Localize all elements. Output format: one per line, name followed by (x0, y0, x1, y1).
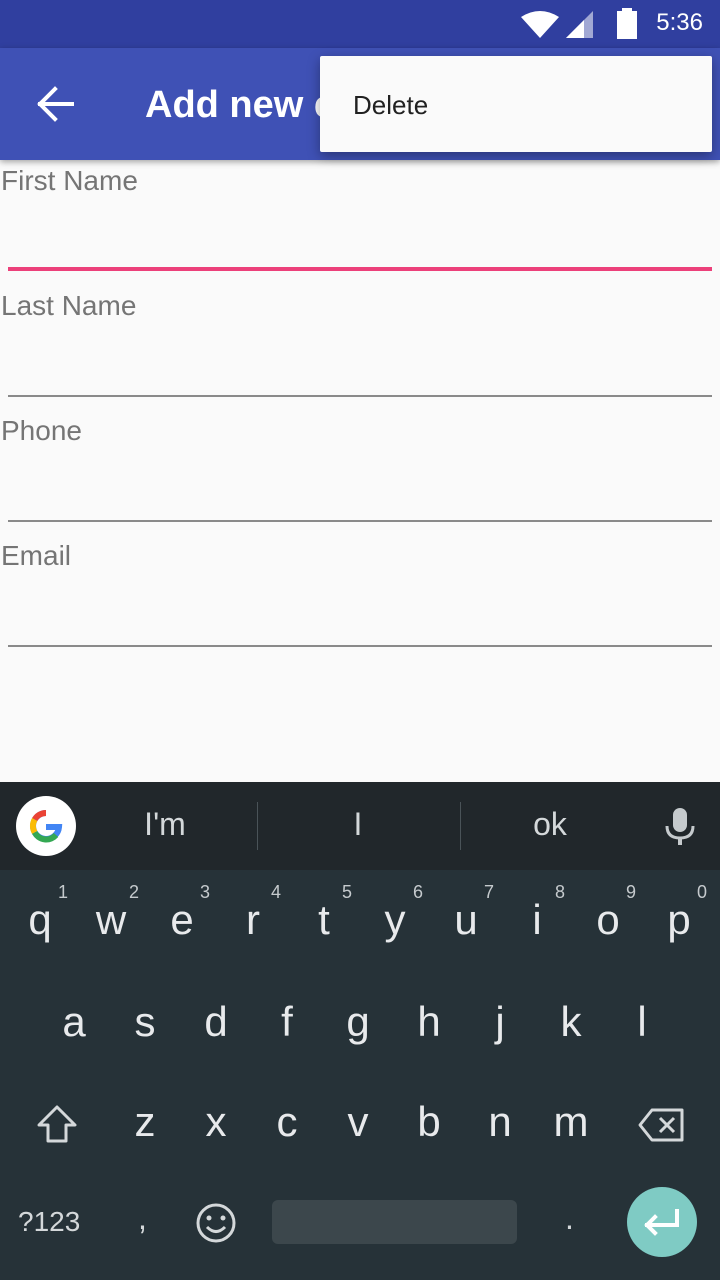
overflow-menu: Delete (320, 56, 712, 152)
period-key[interactable]: . (565, 1200, 574, 1237)
battery-icon (617, 8, 637, 39)
status-time: 5:36 (656, 9, 703, 36)
status-bar: 5:36 (0, 0, 720, 48)
first-name-underline (8, 267, 712, 271)
emoji-icon[interactable] (195, 1202, 237, 1244)
key-c[interactable]: c (251, 1072, 323, 1172)
key-t[interactable]: 5t (288, 870, 360, 970)
key-e[interactable]: 3e (146, 870, 218, 970)
last-name-underline (8, 395, 712, 397)
soft-keyboard: I'm I ok 1q 2w 3e 4r 5t 6y 7u 8i 9o 0p a… (0, 782, 720, 1280)
key-x[interactable]: x (180, 1072, 252, 1172)
email-underline (8, 645, 712, 647)
arrow-back-icon (37, 86, 74, 122)
key-u[interactable]: 7u (430, 870, 502, 970)
key-f[interactable]: f (251, 972, 323, 1072)
phone-field[interactable]: Phone (0, 415, 720, 540)
first-name-label: First Name (1, 165, 138, 196)
suggestion-divider (460, 802, 461, 850)
symbols-key[interactable]: ?123 (18, 1206, 80, 1238)
key-o[interactable]: 9o (572, 870, 644, 970)
key-l[interactable]: l (606, 972, 678, 1072)
key-b[interactable]: b (393, 1072, 465, 1172)
google-logo-icon[interactable] (16, 796, 76, 856)
key-m[interactable]: m (535, 1072, 607, 1172)
suggestion-1[interactable]: I'm (105, 806, 225, 843)
comma-key[interactable]: , (138, 1200, 147, 1237)
key-s[interactable]: s (109, 972, 181, 1072)
key-r[interactable]: 4r (217, 870, 289, 970)
phone-underline (8, 520, 712, 522)
key-d[interactable]: d (180, 972, 252, 1072)
key-q[interactable]: 1q (4, 870, 76, 970)
key-p[interactable]: 0p (643, 870, 715, 970)
phone-label: Phone (1, 415, 82, 446)
suggestion-2[interactable]: I (298, 806, 418, 843)
first-name-field[interactable]: First Name (0, 165, 720, 290)
last-name-field[interactable]: Last Name (0, 290, 720, 415)
key-g[interactable]: g (322, 972, 394, 1072)
key-v[interactable]: v (322, 1072, 394, 1172)
menu-item-delete[interactable]: Delete (320, 56, 712, 152)
key-k[interactable]: k (535, 972, 607, 1072)
signal-icon (566, 11, 593, 38)
email-field[interactable]: Email (0, 540, 720, 665)
shift-icon[interactable] (36, 1104, 78, 1144)
menu-item-label: Delete (353, 90, 429, 120)
key-z[interactable]: z (109, 1072, 181, 1172)
suggestion-divider (257, 802, 258, 850)
key-w[interactable]: 2w (75, 870, 147, 970)
back-button[interactable] (28, 76, 84, 132)
enter-button[interactable] (627, 1187, 697, 1257)
space-bar[interactable] (272, 1200, 517, 1244)
enter-icon (644, 1209, 679, 1236)
last-name-label: Last Name (1, 290, 137, 321)
key-a[interactable]: a (38, 972, 110, 1072)
microphone-icon[interactable] (662, 806, 698, 846)
suggestion-3[interactable]: ok (490, 806, 610, 843)
key-i[interactable]: 8i (501, 870, 573, 970)
key-h[interactable]: h (393, 972, 465, 1072)
email-label: Email (1, 540, 72, 571)
suggestion-bar: I'm I ok (0, 782, 720, 870)
wifi-icon (521, 11, 559, 38)
key-n[interactable]: n (464, 1072, 536, 1172)
backspace-icon[interactable] (638, 1108, 684, 1142)
key-y[interactable]: 6y (359, 870, 431, 970)
key-j[interactable]: j (464, 972, 536, 1072)
